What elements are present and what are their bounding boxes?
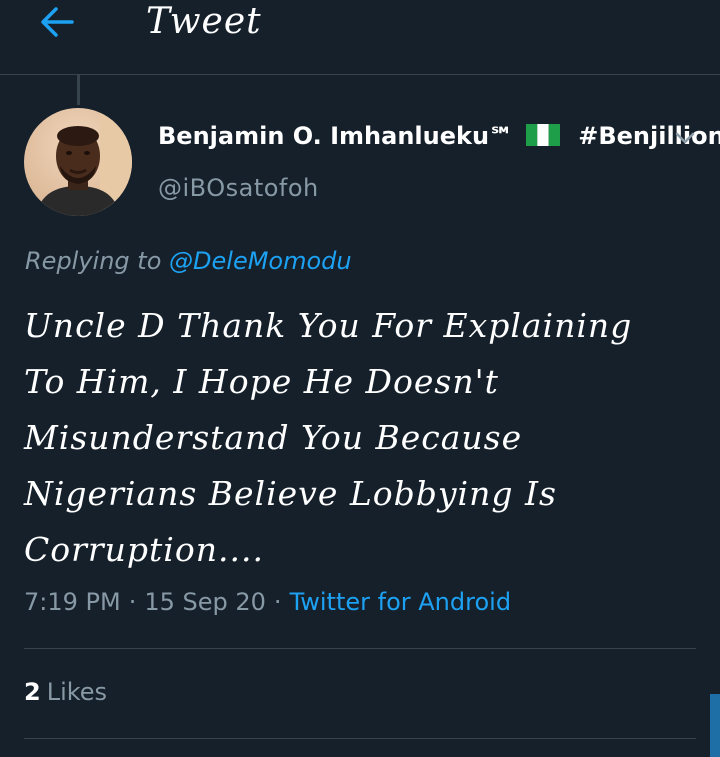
tweet-text-line: Misunderstand You Because — [24, 418, 523, 457]
tweet-body: Uncle D Thank You For Explaining To Him,… — [24, 298, 684, 578]
top-bar: Tweet — [0, 0, 720, 75]
meta-separator: · — [273, 588, 282, 616]
likes-count: 2 — [24, 678, 41, 706]
back-button[interactable] — [36, 2, 80, 42]
chevron-down-icon — [675, 132, 695, 144]
divider — [24, 738, 696, 739]
meta-separator: · — [128, 588, 137, 616]
likes-stat[interactable]: 2 Likes — [24, 678, 107, 706]
tweet-text-line: Uncle D Thank You For Explaining — [24, 306, 633, 345]
tweet-text-line: Nigerians Believe Lobbying Is — [24, 474, 557, 513]
tweet-source-link[interactable]: Twitter for Android — [290, 588, 511, 616]
tweet-date: 15 Sep 20 — [144, 588, 266, 616]
tweet-text-line: To Him, I Hope He Doesn't — [24, 362, 499, 401]
reply-mention-link[interactable]: @DeleMomodu — [169, 247, 352, 275]
arrow-left-icon — [41, 7, 74, 37]
nigeria-flag-icon — [525, 124, 560, 146]
tweet-time: 7:19 PM — [24, 588, 121, 616]
replying-to-line: Replying to @DeleMomodu — [25, 247, 352, 275]
likes-label: Likes — [46, 678, 108, 706]
author-name-row[interactable]: Benjamin O. Imhanlueku℠ #Benjillion — [158, 122, 720, 150]
replying-to-label: Replying to — [25, 247, 162, 275]
author-handle[interactable]: @iBOsatofoh — [158, 174, 319, 202]
tweet-text-line: Corruption.... — [24, 530, 264, 569]
thread-connector-line — [77, 75, 80, 105]
more-options-button[interactable] — [672, 126, 698, 150]
avatar[interactable] — [24, 108, 132, 216]
page-title: Tweet — [146, 1, 262, 42]
tweet-detail-screen: Tweet Benjamin O. Imhanlueku℠ #Benjillio… — [0, 0, 720, 757]
tweet-meta: 7:19 PM · 15 Sep 20 · Twitter for Android — [24, 588, 511, 616]
divider — [24, 648, 696, 649]
scroll-indicator — [710, 694, 720, 757]
profile-photo — [24, 108, 132, 216]
author-hashtag: #Benjillion — [578, 122, 720, 150]
author-display-name: Benjamin O. Imhanlueku℠ — [158, 122, 514, 150]
